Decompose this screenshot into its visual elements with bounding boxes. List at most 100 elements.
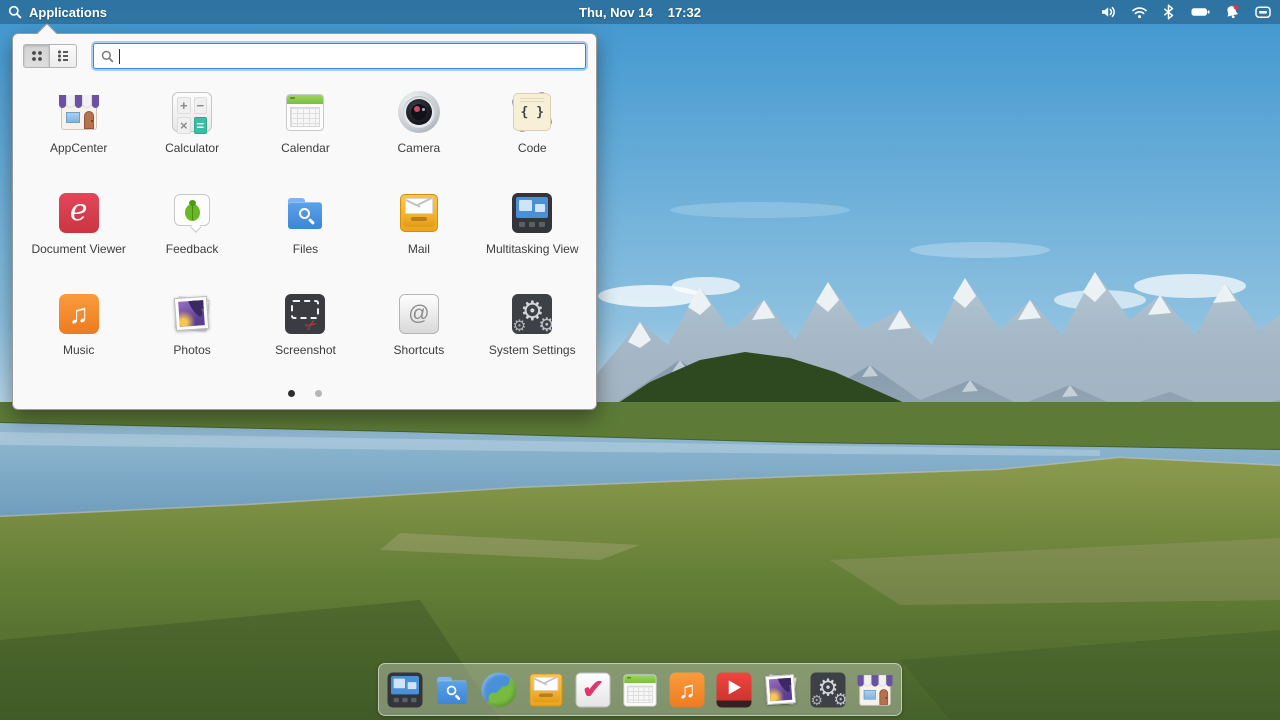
app-label: Camera (397, 141, 441, 155)
notification-badge (1233, 4, 1239, 10)
screenshot-icon: ✂ (281, 290, 329, 338)
volume-icon (1102, 6, 1115, 18)
app-label: Shortcuts (393, 343, 445, 357)
app-label: Photos (173, 343, 211, 357)
dock-mail[interactable] (525, 669, 567, 711)
dock-web-browser[interactable] (478, 669, 520, 711)
page-dot-1[interactable] (287, 390, 295, 397)
dock-appcenter[interactable] (854, 669, 896, 711)
wifi-indicator[interactable] (1131, 5, 1148, 19)
bluetooth-icon (1164, 4, 1174, 20)
multitasking-view-icon (384, 669, 426, 711)
page-dots (13, 390, 596, 397)
list-view-icon (58, 50, 68, 62)
app-label: Feedback (165, 242, 219, 256)
videos-icon (713, 669, 755, 711)
document-viewer-icon: e (55, 189, 103, 237)
app-label: Screenshot (275, 343, 336, 357)
app-label: Code (517, 141, 547, 155)
app-shortcuts[interactable]: @ Shortcuts (362, 286, 475, 387)
session-icon (1255, 6, 1271, 18)
app-appcenter[interactable]: AppCenter (22, 84, 135, 185)
multitasking-view-icon (508, 189, 556, 237)
tasks-icon: ✔ (572, 669, 614, 711)
app-label: AppCenter (50, 141, 108, 155)
indicator-area (1100, 0, 1272, 24)
app-label: Multitasking View (486, 242, 579, 256)
app-camera[interactable]: Camera (362, 84, 475, 185)
search-input[interactable] (120, 46, 585, 66)
bluetooth-indicator[interactable] (1161, 4, 1177, 20)
app-grid: AppCenter + − × = Calculator Calendar Ca… (22, 84, 589, 387)
datetime-indicator[interactable]: Thu, Nov 14 17:32 (0, 0, 1280, 24)
dock-music[interactable]: ♫ (666, 669, 708, 711)
launcher-toolbar (23, 43, 586, 69)
web-browser-icon (478, 669, 520, 711)
dock-files[interactable] (431, 669, 473, 711)
app-system-settings[interactable]: ⚙ ⚙ ⚙ System Settings (476, 286, 589, 387)
calendar-icon (619, 669, 661, 711)
app-screenshot[interactable]: ✂ Screenshot (249, 286, 362, 387)
app-feedback[interactable]: Feedback (135, 185, 248, 286)
files-icon (431, 669, 473, 711)
files-icon (281, 189, 329, 237)
code-icon: { } (508, 88, 556, 136)
appcenter-icon (854, 669, 896, 711)
app-calculator[interactable]: + − × = Calculator (135, 84, 248, 185)
view-toggle (23, 44, 77, 68)
system-settings-icon: ⚙ ⚙ ⚙ (807, 669, 849, 711)
camera-icon (395, 88, 443, 136)
app-multitasking-view[interactable]: Multitasking View (476, 185, 589, 286)
top-panel: Applications Thu, Nov 14 17:32 (0, 0, 1280, 24)
app-code[interactable]: { } Code (476, 84, 589, 185)
app-label: Calendar (281, 141, 330, 155)
dock-videos[interactable] (713, 669, 755, 711)
notification-bell-icon (1227, 4, 1239, 19)
session-indicator[interactable] (1254, 4, 1272, 20)
calendar-icon (281, 88, 329, 136)
app-mail[interactable]: Mail (362, 185, 475, 286)
clock-date: Thu, Nov 14 (579, 4, 653, 20)
dock-photos[interactable] (760, 669, 802, 711)
desktop: Applications Thu, Nov 14 17:32 AppCenter… (0, 0, 1280, 720)
photos-icon (168, 290, 216, 338)
list-view-button[interactable] (50, 44, 77, 68)
feedback-icon (168, 189, 216, 237)
wifi-icon (1132, 7, 1147, 19)
mail-icon (395, 189, 443, 237)
page-dot-2[interactable] (314, 390, 322, 397)
search-entry[interactable] (93, 43, 586, 69)
notifications-indicator[interactable] (1224, 4, 1241, 20)
app-label: System Settings (488, 343, 576, 357)
volume-indicator[interactable] (1100, 4, 1118, 20)
appcenter-icon (55, 88, 103, 136)
photos-icon (760, 669, 802, 711)
app-label: Files (292, 242, 319, 256)
battery-indicator[interactable] (1190, 4, 1211, 20)
system-settings-icon: ⚙ ⚙ ⚙ (512, 294, 553, 334)
app-label: Mail (407, 242, 430, 256)
shortcuts-icon: @ (395, 290, 443, 338)
app-files[interactable]: Files (249, 185, 362, 286)
app-photos[interactable]: Photos (135, 286, 248, 387)
mail-icon (525, 669, 567, 711)
grid-view-icon (31, 51, 42, 61)
search-entry-icon (101, 50, 114, 62)
clock-time: 17:32 (667, 4, 701, 20)
music-icon: ♫ (55, 290, 103, 338)
dock: ✔ ♫ ⚙ ⚙ (378, 663, 902, 716)
dock-multitasking-view[interactable] (384, 669, 426, 711)
dock-calendar[interactable] (619, 669, 661, 711)
grid-view-button[interactable] (23, 44, 50, 68)
music-icon: ♫ (666, 669, 708, 711)
app-calendar[interactable]: Calendar (249, 84, 362, 185)
applications-launcher: AppCenter + − × = Calculator Calendar Ca… (12, 23, 597, 410)
app-label: Calculator (165, 141, 220, 155)
app-label: Document Viewer (31, 242, 126, 256)
app-label: Music (63, 343, 95, 357)
app-music[interactable]: ♫ Music (22, 286, 135, 387)
calculator-icon: + − × = (168, 88, 216, 136)
app-document-viewer[interactable]: e Document Viewer (22, 185, 135, 286)
dock-tasks[interactable]: ✔ (572, 669, 614, 711)
dock-system-settings[interactable]: ⚙ ⚙ ⚙ (807, 669, 849, 711)
